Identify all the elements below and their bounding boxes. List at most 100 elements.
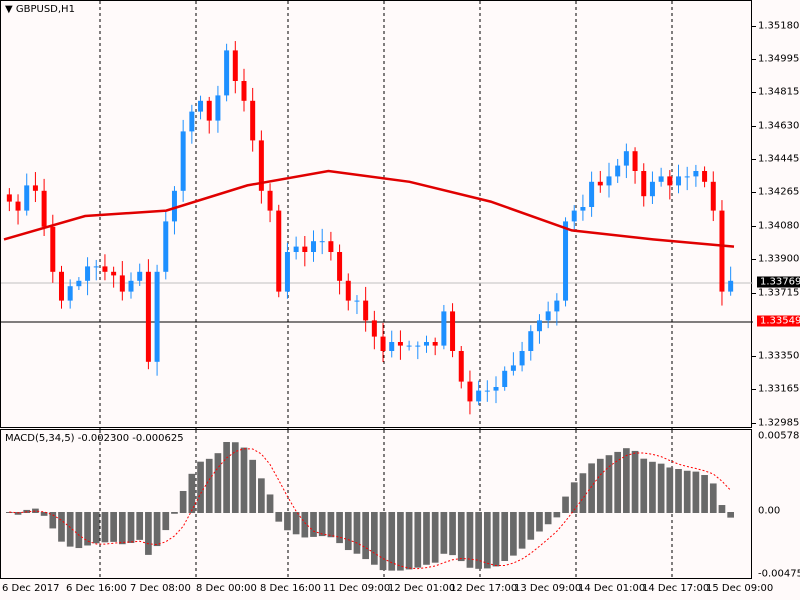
macd-bar [171, 512, 178, 514]
macd-bar [727, 512, 734, 518]
candle [206, 100, 212, 121]
candle [649, 181, 655, 197]
candle [154, 271, 160, 362]
time-axis-label: 6 Dec 16:00 [66, 583, 127, 594]
macd-bar [292, 512, 300, 535]
candle [423, 342, 429, 346]
macd-bar [301, 512, 309, 538]
candle [728, 280, 734, 292]
candle [623, 151, 629, 166]
macd-bar [675, 468, 682, 513]
macd-bar [605, 455, 613, 513]
macd-bar [623, 448, 630, 513]
macd-bar [336, 512, 343, 544]
macd-bar [205, 458, 213, 513]
macd-bar [536, 512, 543, 532]
macd-bar [449, 512, 456, 556]
macd-bar [179, 490, 187, 513]
candle [519, 351, 525, 366]
candle [224, 50, 230, 96]
macd-pane[interactable]: MACD(5,34,5) -0.002300 -0.000625 [0, 429, 752, 580]
price-axis-label: 1.33350 [758, 350, 800, 362]
candle [397, 342, 403, 346]
price-axis-label: 1.34995 [758, 53, 800, 65]
macd-signal-line [9, 448, 732, 570]
macd-bar [701, 475, 708, 513]
macd-bar [110, 512, 117, 542]
price-axis-label: 1.34080 [758, 220, 800, 232]
level-price-tag: 1.33549 [757, 315, 800, 327]
macd-bar [588, 463, 595, 513]
macd-title: MACD(5,34,5) -0.002300 -0.000625 [5, 433, 184, 444]
candle [302, 246, 308, 252]
price-axis-label: 1.33165 [758, 383, 800, 395]
price-axis-label: 1.33715 [758, 287, 800, 299]
candle [389, 342, 395, 351]
macd-bar [570, 482, 578, 513]
candle [50, 226, 56, 272]
macd-bar [388, 512, 396, 571]
macd-bar [596, 458, 604, 513]
macd-bar [614, 451, 622, 513]
macd-bar [405, 512, 413, 570]
candle [563, 221, 569, 301]
macd-bar [258, 478, 265, 513]
macd-bar [249, 459, 257, 513]
candle [111, 271, 117, 276]
candle [276, 210, 282, 292]
macd-bar [492, 512, 500, 567]
time-axis-label: 6 Dec 2017 [2, 583, 60, 594]
macd-axis-bottom: -0.004756 [758, 568, 800, 580]
candle [337, 252, 343, 281]
candle [641, 171, 647, 197]
macd-bar [718, 505, 726, 513]
candle [667, 176, 673, 186]
candle [702, 171, 708, 182]
macd-bar [649, 461, 656, 513]
symbol-title: ▼ GBPUSD,H1 [5, 4, 75, 15]
candle [293, 246, 299, 252]
candle [484, 390, 490, 392]
macd-axis-top: 0.00578 [758, 430, 800, 442]
candle [119, 275, 125, 292]
candle [76, 280, 82, 287]
time-axis-label: 7 Dec 08:00 [130, 583, 191, 594]
macd-bar [631, 450, 639, 513]
macd-bar [709, 483, 717, 513]
macd-bar [562, 496, 569, 513]
time-axis-label: 8 Dec 16:00 [260, 583, 321, 594]
candle [67, 286, 73, 301]
candle [528, 331, 534, 351]
macd-bar [579, 473, 587, 513]
candle [371, 320, 377, 337]
candle [137, 271, 143, 281]
macd-bar [510, 512, 517, 556]
candle [180, 131, 186, 191]
candle [467, 381, 473, 402]
candle [658, 176, 664, 182]
candle [128, 280, 134, 292]
candle [232, 50, 238, 81]
macd-bar [657, 463, 665, 513]
candle [406, 345, 412, 347]
candle [676, 176, 682, 186]
price-axis-label: 1.32985 [758, 417, 800, 429]
macd-bar [240, 447, 248, 513]
macd-bar [544, 512, 552, 525]
candle [458, 351, 464, 382]
macd-bar [266, 494, 274, 513]
macd-bar [353, 512, 361, 554]
price-chart-pane[interactable]: ▼ GBPUSD,H1 [0, 0, 753, 429]
candle [102, 266, 108, 272]
macd-bar [379, 512, 387, 571]
macd-bar [153, 512, 161, 547]
candle [493, 387, 499, 391]
candle [319, 241, 325, 243]
candle [345, 280, 351, 301]
price-axis-label: 1.34445 [758, 153, 800, 165]
macd-bar [457, 512, 465, 562]
macd-bar [275, 512, 283, 522]
candle [171, 190, 177, 222]
candle [24, 185, 30, 211]
candle [145, 271, 151, 362]
